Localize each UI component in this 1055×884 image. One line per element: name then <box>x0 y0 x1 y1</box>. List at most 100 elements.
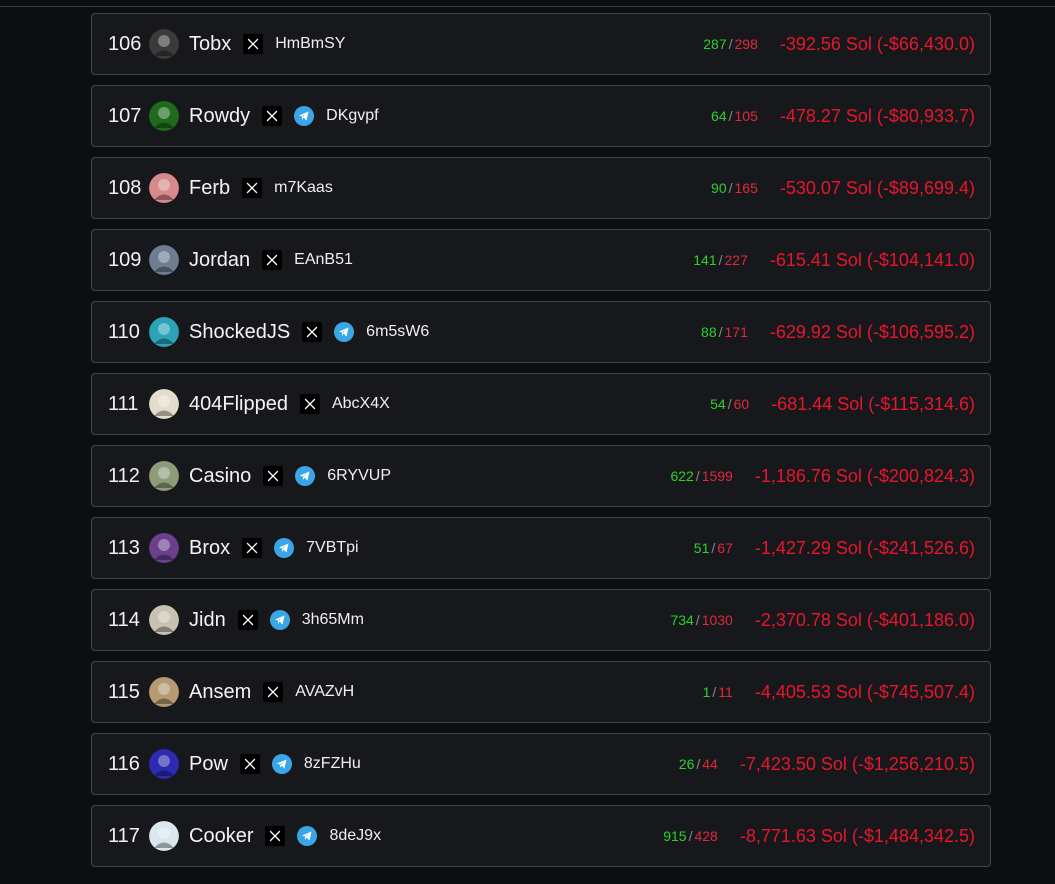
pnl-value: -478.27 Sol (-$80,933.7) <box>779 105 975 126</box>
trader-name[interactable]: Rowdy <box>189 105 250 128</box>
figure-avatar[interactable] <box>149 605 179 635</box>
rank-number: 111 <box>108 392 139 415</box>
skull-avatar[interactable] <box>149 533 179 563</box>
telegram-icon[interactable] <box>294 106 315 126</box>
wallet-address[interactable]: EAnB51 <box>294 251 353 269</box>
face-avatar[interactable] <box>149 173 179 203</box>
wallet-address[interactable]: 8zFZHu <box>304 755 361 773</box>
wallet-address[interactable]: 8deJ9x <box>329 827 381 845</box>
separator: / <box>727 396 732 412</box>
win-trade-count: 141/227 <box>693 252 748 268</box>
trades-count: 1599 <box>701 468 733 484</box>
win-trade-count: 26/44 <box>679 756 718 772</box>
x-twitter-icon[interactable] <box>262 250 283 270</box>
wins-count: 51 <box>693 540 710 556</box>
green-creature-avatar[interactable] <box>149 101 179 131</box>
trader-name[interactable]: Tobx <box>189 33 231 56</box>
leaderboard-list: 106 Tobx HmBmSY 287/298 -392.56 Sol (-$6… <box>91 13 991 877</box>
blue-character-avatar[interactable] <box>149 749 179 779</box>
wallet-address[interactable]: HmBmSY <box>275 35 345 53</box>
trades-count: 298 <box>734 36 758 52</box>
wallet-address[interactable]: DKgvpf <box>326 107 378 125</box>
dog-avatar[interactable] <box>149 677 179 707</box>
trader-name[interactable]: Jordan <box>189 249 250 272</box>
pnl-value: -8,771.63 Sol (-$1,484,342.5) <box>739 825 975 846</box>
leaderboard-row[interactable]: 112 Casino 6RYVUP 622/1599 -1,186.76 Sol… <box>91 445 991 507</box>
win-trade-count: 51/67 <box>694 540 733 556</box>
trader-name[interactable]: Casino <box>189 465 251 488</box>
x-twitter-icon[interactable] <box>302 322 323 342</box>
pnl-value: -7,423.50 Sol (-$1,256,210.5) <box>739 753 975 774</box>
wallet-address[interactable]: 6RYVUP <box>327 467 391 485</box>
photo-avatar[interactable] <box>149 245 179 275</box>
x-twitter-icon[interactable] <box>242 538 263 558</box>
trades-count: 60 <box>733 396 750 412</box>
separator: / <box>718 252 723 268</box>
leaderboard-row[interactable]: 115 Ansem AVAZvH 1/11 -4,405.53 Sol (-$7… <box>91 661 991 723</box>
leaderboard-row[interactable]: 113 Brox 7VBTpi 51/67 -1,427.29 Sol (-$2… <box>91 517 991 579</box>
wins-count: 734 <box>670 612 694 628</box>
leaderboard-row[interactable]: 111 404Flipped AbcX4X 54/60 -681.44 Sol … <box>91 373 991 435</box>
trader-name[interactable]: Brox <box>189 537 230 560</box>
wallet-address[interactable]: m7Kaas <box>274 179 333 197</box>
telegram-icon[interactable] <box>297 826 318 846</box>
trades-count: 105 <box>734 108 758 124</box>
wins-count: 88 <box>701 324 717 340</box>
wins-count: 54 <box>710 396 726 412</box>
pnl-value: -1,186.76 Sol (-$200,824.3) <box>754 465 975 486</box>
wallet-address[interactable]: 7VBTpi <box>306 539 358 557</box>
x-twitter-icon[interactable] <box>299 394 320 414</box>
x-twitter-icon[interactable] <box>263 466 284 486</box>
x-twitter-icon[interactable] <box>263 682 284 702</box>
pnl-value: -392.56 Sol (-$66,430.0) <box>779 33 975 54</box>
leaderboard-row[interactable]: 109 Jordan EAnB51 141/227 -615.41 Sol (-… <box>91 229 991 291</box>
leaderboard-row[interactable]: 107 Rowdy DKgvpf 64/105 -478.27 Sol (-$8… <box>91 85 991 147</box>
separator: / <box>695 468 700 484</box>
leaderboard-row[interactable]: 117 Cooker 8deJ9x 915/428 -8,771.63 Sol … <box>91 805 991 867</box>
x-twitter-icon[interactable] <box>262 106 283 126</box>
x-twitter-icon[interactable] <box>242 178 263 198</box>
rank-number: 112 <box>108 464 140 487</box>
trades-count: 11 <box>718 684 733 700</box>
anime-avatar[interactable] <box>149 821 179 851</box>
trader-name[interactable]: 404Flipped <box>189 393 288 416</box>
telegram-icon[interactable] <box>269 610 290 630</box>
rank-number: 110 <box>108 320 140 343</box>
rank-number: 109 <box>108 248 142 271</box>
telegram-icon[interactable] <box>295 466 316 486</box>
leaderboard-row[interactable]: 116 Pow 8zFZHu 26/44 -7,423.50 Sol (-$1,… <box>91 733 991 795</box>
wallet-address[interactable]: 3h65Mm <box>302 611 364 629</box>
leaderboard-row[interactable]: 108 Ferb m7Kaas 90/165 -530.07 Sol (-$89… <box>91 157 991 219</box>
win-trade-count: 622/1599 <box>670 468 732 484</box>
rank-number: 116 <box>108 752 140 775</box>
wallet-address[interactable]: AVAZvH <box>295 683 354 701</box>
x-twitter-icon[interactable] <box>237 610 258 630</box>
telegram-icon[interactable] <box>334 322 355 342</box>
wallet-address[interactable]: AbcX4X <box>332 395 390 413</box>
trader-name[interactable]: Jidn <box>189 609 226 632</box>
character-avatar[interactable] <box>149 461 179 491</box>
wins-count: 287 <box>703 36 727 52</box>
telegram-icon[interactable] <box>271 754 292 774</box>
trader-name[interactable]: Cooker <box>189 825 253 848</box>
telegram-icon[interactable] <box>274 538 295 558</box>
x-twitter-icon[interactable] <box>265 826 286 846</box>
cartoon-avatar[interactable] <box>149 389 179 419</box>
trader-name[interactable]: ShockedJS <box>189 321 290 344</box>
trades-count: 67 <box>717 540 733 556</box>
leaderboard-row[interactable]: 110 ShockedJS 6m5sW6 88/171 -629.92 Sol … <box>91 301 991 363</box>
dark-figure-avatar[interactable] <box>149 29 179 59</box>
pnl-value: -629.92 Sol (-$106,595.2) <box>769 321 975 342</box>
pnl-value: -681.44 Sol (-$115,314.6) <box>771 393 975 414</box>
separator: / <box>728 108 733 124</box>
trader-name[interactable]: Ferb <box>189 177 230 200</box>
trader-name[interactable]: Pow <box>189 753 228 776</box>
leaderboard-row[interactable]: 114 Jidn 3h65Mm 734/1030 -2,370.78 Sol (… <box>91 589 991 651</box>
wallet-address[interactable]: 6m5sW6 <box>366 323 429 341</box>
crewmate-avatar[interactable] <box>149 317 179 347</box>
leaderboard-row[interactable]: 106 Tobx HmBmSY 287/298 -392.56 Sol (-$6… <box>91 13 991 75</box>
trader-name[interactable]: Ansem <box>189 681 251 704</box>
x-twitter-icon[interactable] <box>243 34 264 54</box>
x-twitter-icon[interactable] <box>239 754 260 774</box>
pnl-value: -1,427.29 Sol (-$241,526.6) <box>754 537 975 558</box>
